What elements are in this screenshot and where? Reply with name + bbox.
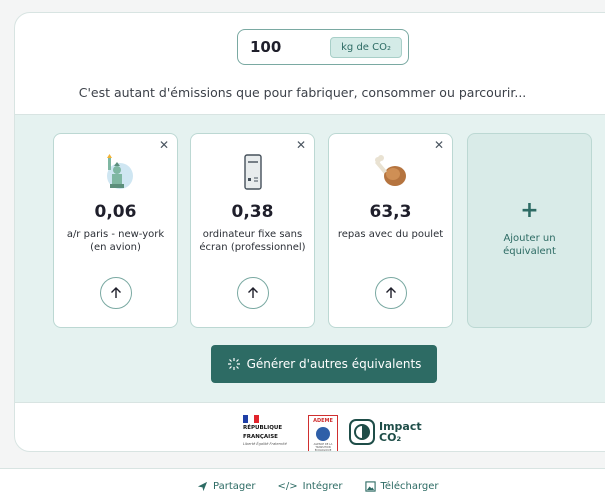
arrow-up-button[interactable] <box>236 277 269 309</box>
code-icon: </> <box>277 480 298 492</box>
embed-button[interactable]: </> Intégrer <box>277 481 342 492</box>
download-label: Télécharger <box>380 480 439 492</box>
comparator-card: 100 kg de CO₂ C'est autant d'émissions q… <box>14 12 605 452</box>
plus-icon: + <box>520 198 539 223</box>
equivalent-card: ✕ 0,38 ordinateur fixe sans écran (profe… <box>190 133 315 328</box>
equivalent-label: a/r paris - new-york (en avion) <box>66 229 165 253</box>
republique-francaise-logo: RÉPUBLIQUE FRANÇAISE Liberté Égalité Fra… <box>243 415 295 446</box>
flag-icon <box>243 415 259 423</box>
close-icon[interactable]: ✕ <box>296 138 306 152</box>
image-icon <box>364 480 376 492</box>
equivalent-card: ✕ 0,06 a/r paris - new-york (en avion) <box>53 133 178 328</box>
close-icon[interactable]: ✕ <box>434 138 444 152</box>
intro-text: C'est autant d'émissions que pour fabriq… <box>78 85 527 100</box>
equivalent-value: 0,38 <box>231 202 274 222</box>
ademe-sub: AGENCE DE LA TRANSITION ÉCOLOGIQUE <box>313 443 333 452</box>
arrow-up-button[interactable] <box>374 277 407 309</box>
partner-logos: RÉPUBLIQUE FRANÇAISE Liberté Égalité Fra… <box>15 403 605 452</box>
share-label: Partager <box>213 480 256 492</box>
impact-co2-logo: Impact CO₂ <box>349 419 422 445</box>
globe-icon <box>316 427 330 441</box>
equivalent-value: 63,3 <box>369 202 412 222</box>
arrow-up-icon <box>385 287 396 298</box>
share-button[interactable]: Partager <box>197 481 255 492</box>
input-section: 100 kg de CO₂ C'est autant d'émissions q… <box>15 13 605 115</box>
ademe-name: ADEME <box>313 418 333 424</box>
embed-label: Intégrer <box>302 480 343 492</box>
generate-equivalents-button[interactable]: Générer d'autres équivalents <box>211 345 437 383</box>
chicken-leg-icon <box>329 154 452 190</box>
close-icon[interactable]: ✕ <box>159 138 169 152</box>
impact-co2-icon <box>349 419 375 445</box>
equivalent-label: repas avec du poulet <box>337 229 444 240</box>
add-equivalent-button[interactable]: + Ajouter un équivalent <box>467 133 592 328</box>
sparkle-icon <box>227 358 240 370</box>
unit-badge: kg de CO₂ <box>330 36 402 58</box>
republique-motto: Liberté Égalité Fraternité <box>243 442 287 446</box>
co2-value-field[interactable]: 100 kg de CO₂ <box>237 29 409 65</box>
impact-line2: CO₂ <box>379 431 402 444</box>
equivalent-label: ordinateur fixe sans écran (professionne… <box>199 229 306 253</box>
equivalent-value: 0,06 <box>94 202 137 222</box>
send-icon <box>197 481 208 491</box>
desktop-computer-icon <box>191 154 314 190</box>
add-equivalent-label: Ajouter un équivalent <box>503 233 556 257</box>
arrow-up-icon <box>110 287 121 298</box>
arrow-up-icon <box>247 287 258 298</box>
statue-of-liberty-icon <box>54 154 177 190</box>
republique-line2: FRANÇAISE <box>243 433 278 440</box>
co2-value-input[interactable]: 100 <box>248 38 330 56</box>
action-footer: Partager </> Intégrer Télécharger <box>0 468 605 503</box>
arrow-up-button[interactable] <box>99 277 132 309</box>
download-button[interactable]: Télécharger <box>364 480 439 492</box>
republique-line1: RÉPUBLIQUE <box>243 425 283 431</box>
equivalents-panel: ✕ 0,06 a/r paris - new-york (en avion) ✕… <box>15 115 605 403</box>
ademe-logo: ADEME AGENCE DE LA TRANSITION ÉCOLOGIQUE <box>308 415 338 452</box>
equivalent-card: ✕ 63,3 repas avec du poulet <box>328 133 453 328</box>
generate-equivalents-label: Générer d'autres équivalents <box>246 357 422 371</box>
